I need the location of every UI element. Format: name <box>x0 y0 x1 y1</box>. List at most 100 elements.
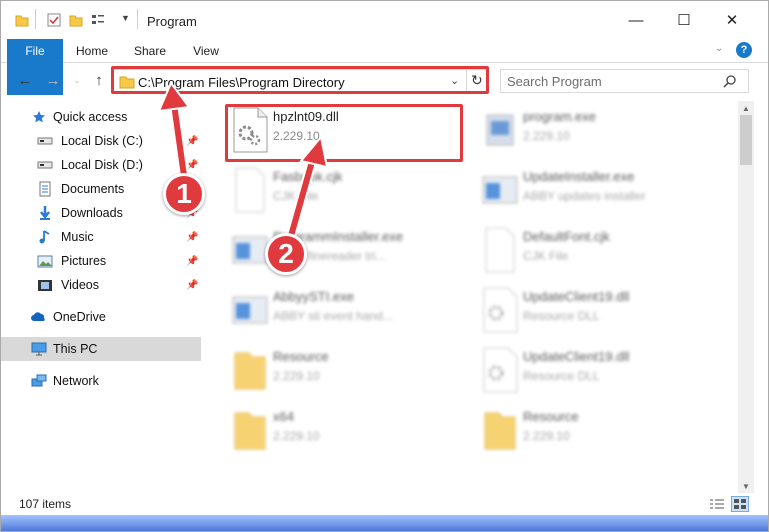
file-version: Resource DLL <box>523 309 600 323</box>
nav-music[interactable]: Music 📌 <box>1 225 201 249</box>
search-icon[interactable] <box>723 74 737 91</box>
tab-home[interactable]: Home <box>69 39 115 63</box>
file-item-updateinstaller[interactable]: UpdateInstaller.exe ABBY updates install… <box>475 163 705 219</box>
documents-icon <box>37 181 53 197</box>
pictures-icon <box>37 253 53 269</box>
large-icons-view-icon[interactable] <box>731 496 749 512</box>
scrollbar-thumb[interactable] <box>740 115 752 165</box>
expand-ribbon-icon[interactable]: ⌄ <box>715 43 723 54</box>
title-bar: ▼ Program — ☐ ✕ <box>1 1 768 39</box>
callout-2: 2 <box>265 233 307 275</box>
nav-item-label: This PC <box>53 342 98 356</box>
details-view-icon[interactable] <box>709 497 725 514</box>
desktop-strip <box>1 515 768 531</box>
pc-icon <box>31 341 47 357</box>
nav-local-disk-c[interactable]: Local Disk (C:) 📌 <box>1 129 201 153</box>
tab-view[interactable]: View <box>183 39 229 63</box>
nav-item-label: Pictures <box>61 254 107 268</box>
dll-icon <box>481 347 519 393</box>
nav-pictures[interactable]: Pictures 📌 <box>1 249 201 273</box>
file-name: AbbyySTI.exe <box>273 289 354 304</box>
nav-quick-access[interactable]: Quick access <box>1 105 201 129</box>
navigation-pane: Quick access Local Disk (C:) 📌 Local Dis… <box>1 101 201 493</box>
help-icon[interactable]: ? <box>736 42 752 58</box>
exe-icon <box>481 107 519 153</box>
file-icon <box>481 227 519 273</box>
videos-icon <box>37 277 53 293</box>
file-item-resource[interactable]: Resource 2.229.10 <box>225 343 455 399</box>
file-item-x64[interactable]: x64 2.229.10 <box>225 403 455 459</box>
file-item-programminstaller[interactable]: ProgrammInstaller.exe ABBY finereader tr… <box>225 223 455 279</box>
window-icon <box>481 167 519 213</box>
recent-locations-icon[interactable]: ⌄ <box>67 70 87 90</box>
nav-item-label: OneDrive <box>53 310 106 324</box>
file-item-updateclient19-2[interactable]: UpdateClient19.dll Resource DLL <box>475 343 705 399</box>
file-version: 2.229.10 <box>523 129 570 143</box>
pin-icon[interactable]: 📌 <box>186 136 198 147</box>
pin-icon[interactable]: 📌 <box>186 280 198 291</box>
file-name: x64 <box>273 409 294 424</box>
folder-icon[interactable] <box>15 13 29 27</box>
file-name: UpdateClient19.dll <box>523 349 630 364</box>
file-item-defaultfont[interactable]: DefaultFont.cjk CJK File <box>475 223 705 279</box>
nav-item-label: Music <box>61 230 94 244</box>
file-name: program.exe <box>523 109 596 124</box>
tab-share[interactable]: Share <box>125 39 175 63</box>
nav-local-disk-d[interactable]: Local Disk (D:) 📌 <box>1 153 201 177</box>
up-button[interactable]: ↑ <box>89 70 109 90</box>
properties-icon[interactable] <box>47 13 61 27</box>
pin-icon[interactable]: 📌 <box>186 160 198 171</box>
scroll-down-icon[interactable]: ▼ <box>738 479 754 493</box>
drive-icon <box>37 133 53 149</box>
search-box[interactable] <box>500 69 749 93</box>
nav-item-label: Downloads <box>61 206 123 220</box>
nav-this-pc[interactable]: This PC <box>1 337 201 361</box>
back-button[interactable]: ← <box>15 70 35 90</box>
star-icon <box>31 109 47 125</box>
search-input[interactable] <box>507 73 707 89</box>
file-item-updateclient19[interactable]: UpdateClient19.dll Resource DLL <box>475 283 705 339</box>
file-version: ABBY updates installer <box>523 189 646 203</box>
window-title: Program <box>147 14 197 29</box>
file-name: UpdateClient19.dll <box>523 289 630 304</box>
file-item-resource-2[interactable]: Resource 2.229.10 <box>475 403 705 459</box>
divider <box>137 9 138 29</box>
file-version: ABBY sti event hand... <box>273 309 393 323</box>
vertical-scrollbar[interactable]: ▲ ▼ <box>738 101 754 493</box>
ribbon: File Home Share View ⌄ ? <box>1 39 768 95</box>
nav-onedrive[interactable]: OneDrive <box>1 305 201 329</box>
window-icon <box>231 287 269 333</box>
folder-icon <box>231 407 269 453</box>
scroll-up-icon[interactable]: ▲ <box>738 101 754 115</box>
file-version: Resource DLL <box>523 369 600 383</box>
file-item-abbyysti[interactable]: AbbyySTI.exe ABBY sti event hand... <box>225 283 455 339</box>
maximize-button[interactable]: ☐ <box>661 5 707 35</box>
file-version: 2.229.10 <box>523 429 570 443</box>
pin-icon[interactable]: 📌 <box>186 232 198 243</box>
explorer-window: ▼ Program — ☐ ✕ File Home Share View ⌄ ?… <box>0 0 769 532</box>
status-bar: 107 items <box>1 493 768 515</box>
file-name: DefaultFont.cjk <box>523 229 610 244</box>
forward-button[interactable]: → <box>43 70 63 90</box>
minimize-button[interactable]: — <box>613 5 659 35</box>
customize-toolbar-icon[interactable] <box>91 13 109 27</box>
file-highlight <box>225 104 463 162</box>
new-folder-icon[interactable] <box>69 13 83 27</box>
file-item-program-exe[interactable]: program.exe 2.229.10 <box>475 103 705 159</box>
chevron-down-icon[interactable]: ▼ <box>121 13 135 27</box>
file-item-fasbook[interactable]: Fasbook.cjk CJK File <box>225 163 455 219</box>
callout-1: 1 <box>163 173 205 215</box>
file-version: 2.229.10 <box>273 369 320 383</box>
cloud-icon <box>31 309 47 325</box>
close-button[interactable]: ✕ <box>709 5 755 35</box>
nav-item-label: Documents <box>61 182 125 196</box>
pin-icon[interactable]: 📌 <box>186 256 198 267</box>
nav-item-label: Local Disk (D:) <box>61 158 143 172</box>
nav-network[interactable]: Network <box>1 369 201 393</box>
item-count: 107 items <box>19 497 72 511</box>
nav-videos[interactable]: Videos 📌 <box>1 273 201 297</box>
file-name: Fasbook.cjk <box>273 169 343 184</box>
folder-icon <box>231 347 269 393</box>
divider <box>35 9 36 29</box>
file-name: UpdateInstaller.exe <box>523 169 635 184</box>
